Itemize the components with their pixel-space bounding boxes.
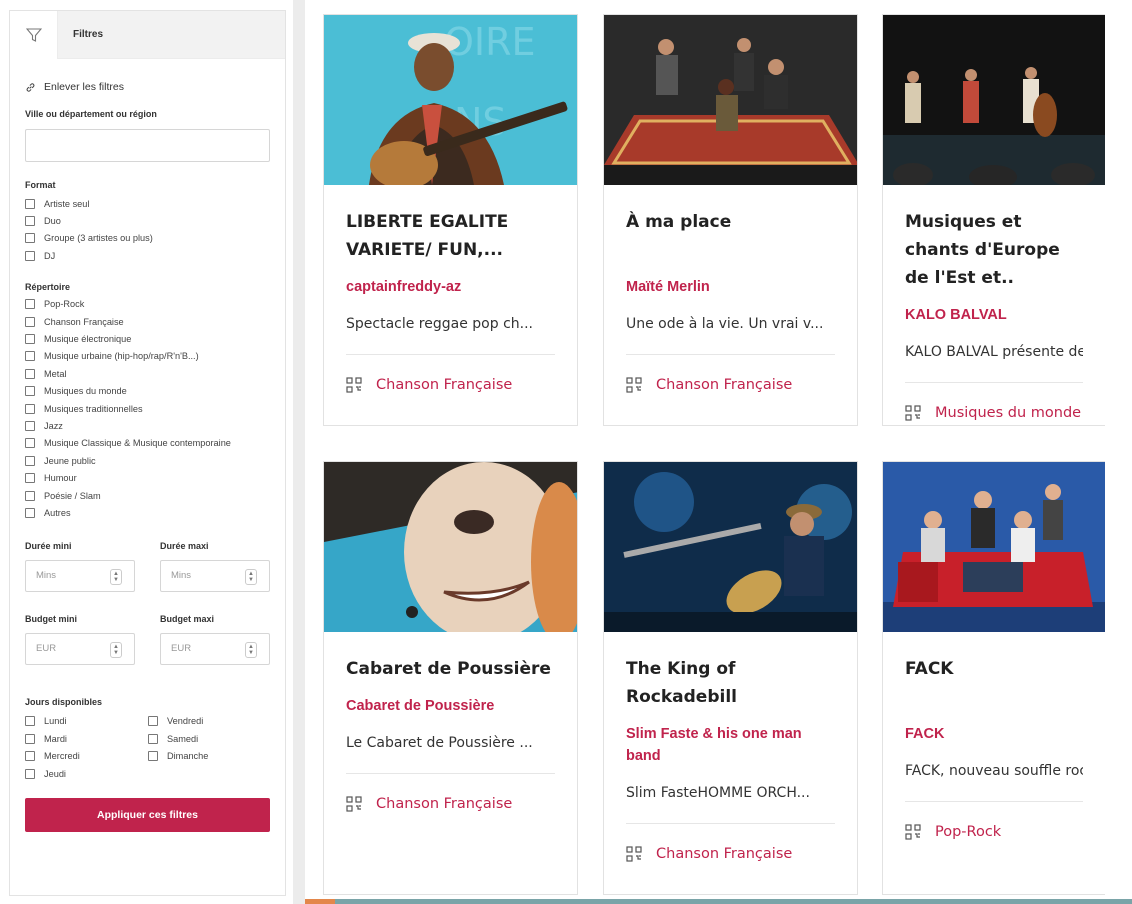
duree-max-label: Durée maxi: [160, 540, 209, 551]
repertoire-checkbox[interactable]: Metal: [25, 365, 270, 382]
card-title[interactable]: À ma place: [626, 208, 835, 236]
remove-filters-label: Enlever les filtres: [44, 81, 124, 93]
repertoire-checkbox[interactable]: Jazz: [25, 417, 270, 434]
filters-title: Filtres: [58, 11, 285, 58]
repertoire-checkbox[interactable]: Pop-Rock: [25, 296, 270, 313]
budget-max-label: Budget maxi: [160, 613, 215, 624]
repertoire-checkbox[interactable]: Autres: [25, 504, 270, 521]
stage-group-photo: [604, 15, 857, 185]
card-genre[interactable]: Chanson Française: [346, 796, 555, 812]
card-artist[interactable]: captainfreddy-az: [346, 276, 555, 298]
repertoire-checkbox[interactable]: Musique urbaine (hip-hop/rap/R'n'B...): [25, 348, 270, 365]
card-genre[interactable]: Chanson Française: [626, 377, 835, 393]
one-man-band-photo: [604, 462, 857, 632]
card-description: FACK, nouveau souffle roc: [905, 763, 1083, 779]
card-genre[interactable]: Pop-Rock: [905, 824, 1083, 840]
budget-min-label: Budget mini: [25, 613, 77, 624]
card-artist[interactable]: Cabaret de Poussière: [346, 695, 555, 717]
card-description: KALO BALVAL présente de: [905, 344, 1083, 360]
repertoire-checkbox[interactable]: Musiques traditionnelles: [25, 400, 270, 417]
stepper-arrows-icon[interactable]: ▲ ▼: [110, 641, 122, 658]
card-description: Une ode à la vie. Un vrai v...: [626, 316, 824, 332]
day-checkbox[interactable]: Lundi: [25, 713, 148, 730]
stepper-arrows-icon[interactable]: ▲ ▼: [245, 641, 257, 658]
format-checkbox[interactable]: DJ: [25, 247, 270, 264]
format-checkbox[interactable]: Groupe (3 artistes ou plus): [25, 230, 270, 247]
day-checkbox[interactable]: Jeudi: [25, 765, 148, 782]
card-divider: [346, 354, 555, 355]
days-label: Jours disponibles: [25, 696, 103, 707]
day-checkbox[interactable]: Vendredi: [148, 713, 268, 730]
card-title[interactable]: LIBERTE EGALITE VARIETE/ FUN,...: [346, 208, 555, 264]
filters-sidebar: Filtres Enlever les filtres Ville ou dép…: [9, 10, 286, 896]
repertoire-checkbox[interactable]: Humour: [25, 469, 270, 486]
card-title[interactable]: FACK: [905, 655, 1083, 683]
day-checkbox[interactable]: Samedi: [148, 730, 268, 747]
music-genre-icon: [346, 796, 362, 812]
duree-min-label: Durée mini: [25, 540, 72, 551]
duree-max-stepper[interactable]: Mins ▲ ▼: [160, 559, 270, 592]
filter-funnel-icon[interactable]: [10, 11, 58, 59]
card-divider: [905, 801, 1083, 802]
repertoire-checkbox[interactable]: Musique électronique: [25, 330, 270, 347]
music-genre-icon: [905, 405, 921, 421]
music-genre-icon: [905, 824, 921, 840]
card-title[interactable]: Musiques et chants d'Europe de l'Est et.…: [905, 208, 1083, 292]
budget-min-stepper[interactable]: EUR ▲ ▼: [25, 632, 135, 665]
card-artist[interactable]: Slim Faste & his one man band: [626, 723, 835, 767]
artist-card[interactable]: FACK FACK FACK, nouveau souffle roc Pop-…: [882, 461, 1105, 895]
card-title[interactable]: The King of Rockadebill: [626, 655, 835, 711]
repertoire-checkbox[interactable]: Musiques du monde: [25, 383, 270, 400]
format-checkbox[interactable]: Artiste seul: [25, 195, 270, 212]
budget-max-stepper[interactable]: EUR ▲ ▼: [160, 632, 270, 665]
bottom-strip: [305, 899, 1132, 904]
music-genre-icon: [346, 377, 362, 393]
format-checkbox[interactable]: Duo: [25, 212, 270, 229]
artist-card[interactable]: À ma place Maïté Merlin Une ode à la vie…: [603, 14, 858, 426]
folk-band-photo: [883, 15, 1105, 185]
repertoire-checkbox[interactable]: Jeune public: [25, 452, 270, 469]
location-input[interactable]: [25, 129, 270, 162]
format-label: Format: [25, 180, 56, 190]
day-checkbox[interactable]: Dimanche: [148, 747, 268, 764]
cabaret-face-photo: [324, 462, 577, 632]
card-artist[interactable]: KALO BALVAL: [905, 304, 1083, 326]
stepper-arrows-icon[interactable]: ▲ ▼: [110, 568, 122, 585]
duree-min-stepper[interactable]: Mins ▲ ▼: [25, 559, 135, 592]
artist-card[interactable]: Cabaret de Poussière Cabaret de Poussièr…: [323, 461, 578, 895]
card-divider: [626, 823, 835, 824]
location-label: Ville ou département ou région: [25, 109, 157, 119]
day-checkbox[interactable]: Mardi: [25, 730, 148, 747]
remove-filters-link[interactable]: Enlever les filtres: [25, 81, 270, 93]
red-sofa-band-photo: [883, 462, 1105, 632]
card-description: Slim FasteHOMME ORCH...: [626, 785, 810, 801]
day-checkbox[interactable]: Mercredi: [25, 747, 148, 764]
music-genre-icon: [626, 846, 642, 862]
card-genre[interactable]: Chanson Française: [626, 846, 835, 862]
card-genre[interactable]: Chanson Française: [346, 377, 555, 393]
artist-card[interactable]: The King of Rockadebill Slim Faste & his…: [603, 461, 858, 895]
link-icon: [26, 82, 35, 92]
card-description: Spectacle reggae pop ch...: [346, 316, 533, 332]
apply-filters-button[interactable]: Appliquer ces filtres: [25, 798, 270, 833]
card-divider: [905, 382, 1083, 383]
repertoire-checkbox[interactable]: Poésie / Slam: [25, 487, 270, 504]
card-genre[interactable]: Musiques du monde: [905, 405, 1083, 421]
guitarist-photo: OIRE NS: [324, 15, 577, 185]
repertoire-checkbox[interactable]: Chanson Française: [25, 313, 270, 330]
card-divider: [626, 354, 835, 355]
artist-card[interactable]: OIRE NS LIBERTE EGALITE VARIETE/ FUN,...…: [323, 14, 578, 426]
stepper-arrows-icon[interactable]: ▲ ▼: [245, 568, 257, 585]
card-title[interactable]: Cabaret de Poussière: [346, 655, 555, 683]
filters-header: Filtres: [10, 11, 285, 59]
repertoire-label: Répertoire: [25, 281, 71, 292]
scrollbar-track[interactable]: [293, 0, 305, 904]
card-description: Le Cabaret de Poussière ...: [346, 735, 533, 751]
card-divider: [346, 773, 555, 774]
card-artist[interactable]: Maïté Merlin: [626, 276, 835, 298]
artist-card[interactable]: Musiques et chants d'Europe de l'Est et.…: [882, 14, 1105, 426]
repertoire-checkbox[interactable]: Musique Classique & Musique contemporain…: [25, 435, 270, 452]
card-artist[interactable]: FACK: [905, 723, 1083, 745]
music-genre-icon: [626, 377, 642, 393]
